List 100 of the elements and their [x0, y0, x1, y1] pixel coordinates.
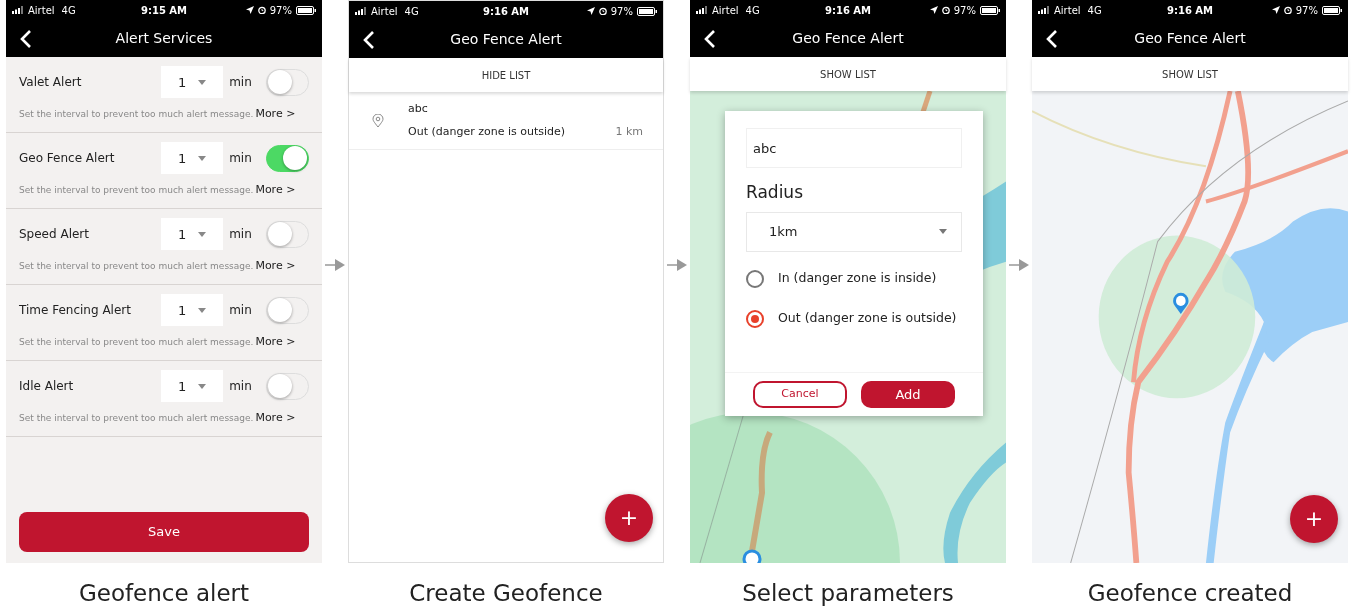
alarm-icon	[1283, 6, 1292, 14]
zone-radio-option[interactable]: Out (danger zone is outside)	[746, 305, 962, 332]
toggle-switch[interactable]	[266, 220, 309, 248]
location-arrow-icon	[929, 6, 938, 14]
signal-icon	[12, 6, 25, 14]
fence-name: abc	[408, 101, 429, 117]
screen-caption: Select parameters	[741, 579, 955, 608]
list-toggle-button[interactable]: HIDE LIST	[481, 67, 531, 83]
carrier-name: Airtel	[371, 4, 398, 19]
interval-dropdown[interactable]: 1	[160, 142, 224, 175]
carrier-name: Airtel	[28, 3, 55, 18]
radius-dropdown[interactable]: 1km	[746, 211, 962, 252]
more-link[interactable]: More >	[255, 258, 296, 275]
radio-button[interactable]	[746, 309, 764, 328]
caret-icon	[939, 229, 947, 234]
interval-unit: min	[229, 302, 253, 320]
name-input-field[interactable]: abc	[746, 128, 962, 168]
battery-icon	[637, 6, 657, 16]
alarm-icon	[941, 6, 950, 14]
caret-icon	[198, 79, 207, 85]
screen-title: Geo Fence Alert	[450, 30, 562, 49]
screen-title: Alert Services	[115, 29, 213, 48]
battery-percent: 97%	[953, 3, 976, 18]
toggle-switch[interactable]	[266, 372, 309, 400]
interval-dropdown[interactable]: 1	[160, 370, 224, 403]
clock-time: 9:16 AM	[482, 4, 529, 19]
fence-radius: 1 km	[615, 123, 643, 140]
carrier-name: Airtel	[712, 3, 739, 18]
network-type: 4G	[1087, 3, 1102, 18]
alert-hint: Set the interval to prevent too much alert message.	[19, 335, 254, 349]
interval-dropdown[interactable]: 1	[160, 294, 224, 327]
screen-caption: Geofence created	[1086, 579, 1294, 608]
back-chevron-icon[interactable]	[20, 29, 32, 48]
alert-name: Valet Alert	[19, 74, 83, 92]
alert-name: Time Fencing Alert	[19, 302, 132, 320]
network-type: 4G	[745, 3, 760, 18]
caret-icon	[198, 383, 207, 389]
radio-button[interactable]	[746, 269, 764, 288]
alert-name: Speed Alert	[19, 226, 90, 244]
screen-title: Geo Fence Alert	[792, 29, 904, 48]
flow-arrow-icon	[1009, 259, 1029, 271]
battery-percent: 97%	[269, 3, 292, 18]
location-arrow-icon	[245, 6, 254, 14]
back-chevron-icon[interactable]	[363, 30, 375, 49]
save-button[interactable]: Save	[19, 512, 309, 552]
interval-unit: min	[229, 150, 253, 168]
toggle-switch[interactable]	[266, 296, 309, 324]
caret-icon	[198, 155, 207, 161]
alarm-icon	[598, 7, 607, 15]
radius-label: Radius	[746, 181, 804, 204]
clock-time: 9:15 AM	[140, 3, 187, 18]
flow-arrow-icon	[667, 259, 687, 271]
signal-icon	[696, 6, 709, 14]
location-pin-icon	[372, 113, 384, 128]
clock-time: 9:16 AM	[824, 3, 871, 18]
toggle-switch[interactable]	[266, 144, 309, 172]
screen-title: Geo Fence Alert	[1134, 29, 1246, 48]
battery-icon	[1322, 5, 1342, 15]
more-link[interactable]: More >	[255, 182, 296, 199]
screen-caption: Geofence alert	[77, 579, 251, 608]
add-button[interactable]: Add	[861, 381, 955, 408]
interval-unit: min	[229, 226, 253, 244]
interval-unit: min	[229, 378, 253, 396]
interval-dropdown[interactable]: 1	[160, 66, 224, 99]
more-link[interactable]: More >	[255, 334, 296, 351]
battery-icon	[296, 5, 316, 15]
network-type: 4G	[404, 4, 419, 19]
battery-percent: 97%	[1295, 3, 1318, 18]
toggle-switch[interactable]	[266, 68, 309, 96]
interval-dropdown[interactable]: 1	[160, 218, 224, 251]
back-chevron-icon[interactable]	[1046, 29, 1058, 48]
alarm-icon	[257, 6, 266, 14]
list-toggle-button[interactable]: SHOW LIST	[1162, 66, 1218, 82]
signal-icon	[1038, 6, 1051, 14]
alert-name: Idle Alert	[19, 378, 75, 396]
alert-hint: Set the interval to prevent too much alert message.	[19, 411, 254, 425]
alert-hint: Set the interval to prevent too much alert message.	[19, 107, 254, 121]
network-type: 4G	[61, 3, 76, 18]
add-fab-button[interactable]: +	[605, 494, 653, 542]
clock-time: 9:16 AM	[1166, 3, 1213, 18]
screen-caption: Create Geofence	[408, 579, 604, 608]
alert-hint: Set the interval to prevent too much alert message.	[19, 259, 254, 273]
caret-icon	[198, 231, 207, 237]
cancel-button[interactable]: Cancel	[753, 381, 847, 408]
more-link[interactable]: More >	[255, 410, 296, 427]
battery-percent: 97%	[610, 4, 633, 19]
zone-radio-option[interactable]: In (danger zone is inside)	[746, 265, 962, 292]
interval-unit: min	[229, 74, 253, 92]
caret-icon	[198, 307, 207, 313]
flow-arrow-icon	[325, 259, 345, 271]
location-arrow-icon	[1271, 6, 1280, 14]
fence-mode: Out (danger zone is outside)	[408, 123, 566, 140]
alert-name: Geo Fence Alert	[19, 150, 116, 168]
signal-icon	[355, 7, 368, 15]
location-arrow-icon	[586, 7, 595, 15]
carrier-name: Airtel	[1054, 3, 1081, 18]
battery-icon	[980, 5, 1000, 15]
list-toggle-button[interactable]: SHOW LIST	[820, 66, 876, 82]
back-chevron-icon[interactable]	[704, 29, 716, 48]
more-link[interactable]: More >	[255, 106, 296, 123]
